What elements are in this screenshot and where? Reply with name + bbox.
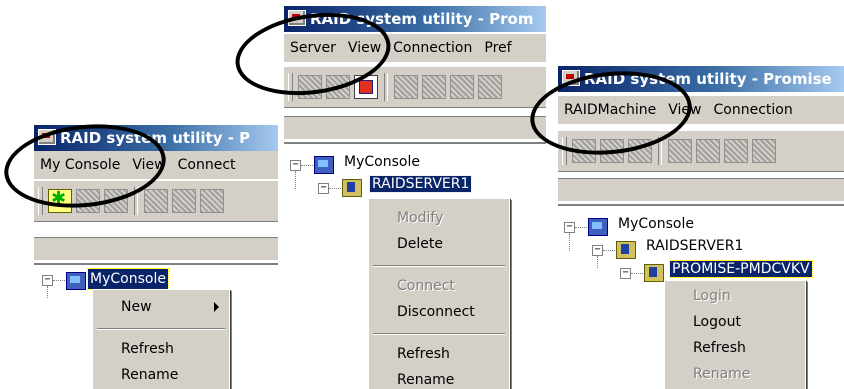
server-icon bbox=[342, 179, 362, 197]
toolbar-separator bbox=[384, 73, 388, 101]
collapse-toggle[interactable]: − bbox=[620, 268, 631, 279]
tree-connector bbox=[631, 273, 643, 274]
tree-view: − MyConsole − RAIDSERVER1 Modify Delete … bbox=[284, 142, 546, 389]
tree-connector bbox=[597, 256, 598, 268]
menu-item-refresh[interactable]: Refresh bbox=[665, 335, 805, 361]
menu-item-label: New bbox=[121, 299, 152, 315]
console-icon bbox=[588, 218, 608, 236]
menu-item-delete[interactable]: Delete bbox=[369, 231, 509, 257]
array-icon[interactable] bbox=[450, 75, 474, 99]
menu-connection[interactable]: Connection bbox=[387, 34, 478, 62]
menu-item-refresh[interactable]: Refresh bbox=[369, 341, 509, 367]
menu-item-rename[interactable]: Rename bbox=[93, 362, 229, 388]
tree-connector bbox=[569, 233, 570, 251]
menu-item-modify[interactable]: Modify bbox=[369, 205, 509, 231]
tree-node-myconsole[interactable]: MyConsole bbox=[87, 268, 169, 290]
drive-icon[interactable] bbox=[422, 75, 446, 99]
tree-connector bbox=[329, 188, 341, 189]
gear-icon[interactable] bbox=[394, 75, 418, 99]
tree-node-raidserver1[interactable]: RAIDSERVER1 bbox=[644, 238, 745, 254]
collapse-toggle[interactable]: − bbox=[42, 275, 53, 286]
toolbar-strip bbox=[558, 178, 844, 202]
gear-icon[interactable] bbox=[668, 139, 692, 163]
tree-connector bbox=[603, 250, 615, 251]
menu-item-disconnect[interactable]: Disconnect bbox=[369, 299, 509, 325]
tree-connector bbox=[47, 286, 48, 298]
submenu-arrow-icon bbox=[214, 302, 219, 312]
disk-icon[interactable] bbox=[478, 75, 502, 99]
tree-node-raidserver1[interactable]: RAIDSERVER1 bbox=[368, 175, 473, 193]
context-menu: Modify Delete Connect Disconnect Refresh… bbox=[368, 198, 510, 389]
menu-item-rename[interactable]: Rename bbox=[369, 367, 509, 389]
menu-item-refresh[interactable]: Refresh bbox=[93, 336, 229, 362]
array-icon[interactable] bbox=[724, 139, 748, 163]
toolbar-strip bbox=[284, 116, 546, 140]
drive-icon[interactable] bbox=[172, 189, 196, 213]
server-icon bbox=[616, 241, 636, 259]
menu-item-logout[interactable]: Logout bbox=[665, 309, 805, 335]
disk-icon[interactable] bbox=[752, 139, 776, 163]
collapse-toggle[interactable]: − bbox=[564, 222, 575, 233]
collapse-toggle[interactable]: − bbox=[290, 160, 301, 171]
tree-connector bbox=[575, 227, 587, 228]
tree-view: − MyConsole − RAIDSERVER1 − PROMISE-PMDC… bbox=[558, 204, 844, 389]
tree-node-myconsole[interactable]: MyConsole bbox=[616, 216, 696, 232]
menu-separator bbox=[97, 328, 225, 330]
menu-separator bbox=[373, 333, 505, 335]
tree-connector bbox=[295, 171, 296, 189]
tree-view: − MyConsole New Refresh Rename bbox=[34, 263, 278, 389]
raid-machine-icon bbox=[644, 264, 664, 282]
toolbar-strip bbox=[34, 237, 278, 261]
menu-item-connect[interactable]: Connect bbox=[369, 273, 509, 299]
menu-item-login[interactable]: Login bbox=[665, 283, 805, 309]
tree-node-promise[interactable]: PROMISE-PMDCVKV bbox=[669, 260, 813, 278]
console-icon bbox=[66, 272, 86, 290]
tree-connector bbox=[301, 165, 313, 166]
console-icon bbox=[314, 156, 334, 174]
menu-item-rename[interactable]: Rename bbox=[665, 361, 805, 387]
collapse-toggle[interactable]: − bbox=[592, 245, 603, 256]
menu-item-new[interactable]: New bbox=[93, 294, 229, 320]
collapse-toggle[interactable]: − bbox=[318, 183, 329, 194]
menu-separator bbox=[373, 265, 505, 267]
context-menu: New Refresh Rename bbox=[92, 289, 230, 389]
context-menu: Login Logout Refresh Rename bbox=[664, 280, 806, 389]
menu-preferences[interactable]: Pref bbox=[478, 34, 517, 62]
drive-icon[interactable] bbox=[696, 139, 720, 163]
tree-node-myconsole[interactable]: MyConsole bbox=[342, 154, 422, 170]
menu-connection[interactable]: Connection bbox=[708, 96, 799, 124]
tree-connector bbox=[53, 280, 65, 281]
menu-connect[interactable]: Connect bbox=[172, 151, 242, 179]
array-icon[interactable] bbox=[200, 189, 224, 213]
gear-icon[interactable] bbox=[144, 189, 168, 213]
